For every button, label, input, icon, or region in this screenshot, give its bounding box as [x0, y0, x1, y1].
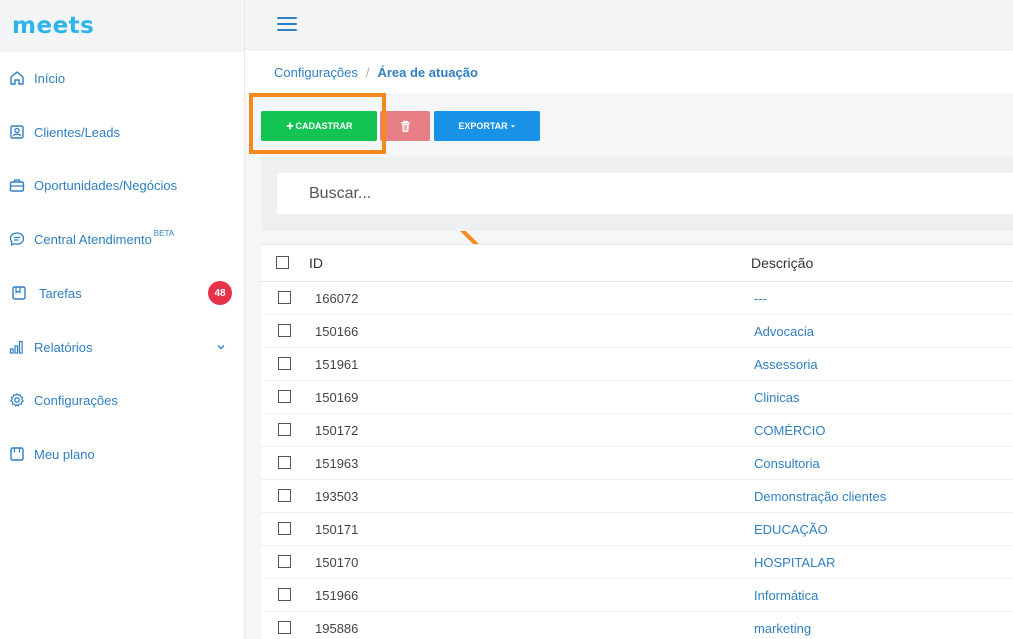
logo-text: meets	[12, 13, 95, 39]
cell-descricao-link[interactable]: marketing	[754, 621, 811, 636]
sidebar-item-central-atendimento[interactable]: Central Atendimento BETA	[0, 225, 245, 253]
chat-icon	[9, 232, 25, 247]
cell-id: 193503	[315, 489, 359, 504]
sidebar-item-clientes[interactable]: Clientes/Leads	[0, 118, 245, 146]
table-row[interactable]: 151963 Consultoria	[261, 447, 1013, 480]
table-row[interactable]: 193503 Demonstração clientes	[261, 480, 1013, 513]
cell-id: 150166	[315, 324, 359, 339]
sidebar-item-label: Relatórios	[34, 339, 93, 355]
row-checkbox[interactable]	[278, 390, 291, 403]
cell-descricao-link[interactable]: COMÉRCIO	[754, 423, 826, 438]
sidebar-item-label: Tarefas	[39, 285, 82, 301]
cell-id: 151966	[315, 588, 359, 603]
delete-button[interactable]	[380, 111, 430, 141]
sidebar-item-oportunidades[interactable]: Oportunidades/Negócios	[0, 171, 245, 199]
table-row[interactable]: 151961 Assessoria	[261, 348, 1013, 381]
chart-icon	[9, 340, 23, 354]
cell-id: 150171	[315, 522, 359, 537]
cell-descricao-link[interactable]: Informática	[754, 588, 818, 603]
row-checkbox[interactable]	[278, 522, 291, 535]
table-row[interactable]: 151966 Informática	[261, 579, 1013, 612]
cell-descricao-link[interactable]: EDUCAÇÃO	[754, 522, 828, 537]
sidebar-item-configuracoes[interactable]: Configurações	[0, 386, 245, 414]
cell-id: 150169	[315, 390, 359, 405]
row-checkbox[interactable]	[278, 423, 291, 436]
table-row[interactable]: 150170 HOSPITALAR	[261, 546, 1013, 579]
cell-descricao-link[interactable]: Consultoria	[754, 456, 820, 471]
row-checkbox[interactable]	[278, 357, 291, 370]
export-button[interactable]: EXPORTAR	[434, 111, 540, 141]
select-all-checkbox[interactable]	[276, 256, 289, 269]
briefcase-icon	[9, 179, 25, 192]
breadcrumb: Configurações / Área de atuação	[245, 50, 1013, 95]
sidebar-item-label: Configurações	[34, 392, 118, 408]
cell-id: 151963	[315, 456, 359, 471]
sidebar-item-inicio[interactable]: Início	[0, 64, 245, 92]
breadcrumb-link-configuracoes[interactable]: Configurações	[274, 65, 358, 80]
cell-id: 150172	[315, 423, 359, 438]
gear-icon	[10, 392, 24, 407]
cell-id: 150170	[315, 555, 359, 570]
tasks-count-badge: 48	[208, 281, 232, 305]
breadcrumb-current: Área de atuação	[377, 64, 478, 80]
trash-icon	[400, 120, 410, 132]
chevron-down-icon[interactable]	[215, 341, 227, 353]
export-button-label: EXPORTAR	[458, 121, 508, 131]
beta-tag: BETA	[153, 228, 175, 238]
row-checkbox[interactable]	[278, 621, 291, 634]
logo[interactable]: meets	[0, 0, 244, 52]
table-row[interactable]: 150169 Clinicas	[261, 381, 1013, 414]
cell-descricao-link[interactable]: Assessoria	[754, 357, 818, 372]
table-row[interactable]: 150172 COMÉRCIO	[261, 414, 1013, 447]
cell-id: 166072	[315, 291, 359, 306]
sidebar-item-label: Meu plano	[34, 446, 95, 462]
table-header: ID Descrição	[261, 245, 1013, 282]
search-input[interactable]	[277, 173, 1013, 214]
tasks-icon	[12, 286, 26, 300]
table-row[interactable]: 195886 marketing	[261, 612, 1013, 639]
row-checkbox[interactable]	[278, 291, 291, 304]
breadcrumb-separator: /	[365, 64, 370, 80]
sidebar-item-label-text: Central Atendimento	[34, 231, 152, 247]
cell-id: 195886	[315, 621, 359, 636]
sidebar-item-relatorios[interactable]: Relatórios	[0, 333, 245, 361]
search-panel	[261, 157, 1013, 231]
cell-descricao-link[interactable]: HOSPITALAR	[754, 555, 835, 570]
sidebar-item-tarefas[interactable]: Tarefas 48	[0, 279, 245, 307]
highlight-box	[249, 93, 386, 154]
top-bar	[245, 0, 1013, 50]
column-header-descricao[interactable]: Descrição	[751, 255, 813, 271]
sidebar: meets Início Clientes/Leads Oportunidade…	[0, 0, 245, 639]
table-row[interactable]: 150166 Advocacia	[261, 315, 1013, 348]
sidebar-item-label: Clientes/Leads	[34, 124, 120, 140]
data-table: ID Descrição 166072 --- 150166 Advocacia 151…	[261, 244, 1013, 639]
row-checkbox[interactable]	[278, 555, 291, 568]
column-header-id[interactable]: ID	[309, 255, 323, 271]
sidebar-item-label: Central Atendimento BETA	[34, 228, 175, 247]
cell-descricao-link[interactable]: ---	[754, 291, 767, 306]
contact-icon	[10, 125, 24, 139]
table-row[interactable]: 166072 ---	[261, 282, 1013, 315]
sidebar-item-label: Oportunidades/Negócios	[34, 177, 178, 193]
row-checkbox[interactable]	[278, 324, 291, 337]
plan-icon	[10, 447, 24, 461]
row-checkbox[interactable]	[278, 489, 291, 502]
cell-id: 151961	[315, 357, 359, 372]
cell-descricao-link[interactable]: Advocacia	[754, 324, 814, 339]
row-checkbox[interactable]	[278, 588, 291, 601]
row-checkbox[interactable]	[278, 456, 291, 469]
home-icon	[10, 71, 24, 85]
cell-descricao-link[interactable]: Demonstração clientes	[754, 489, 886, 504]
hamburger-menu-icon[interactable]	[277, 17, 297, 33]
sidebar-item-meu-plano[interactable]: Meu plano	[0, 440, 245, 468]
caret-down-icon	[510, 125, 515, 128]
cell-descricao-link[interactable]: Clinicas	[754, 390, 800, 405]
sidebar-item-label: Início	[34, 70, 66, 86]
table-row[interactable]: 150171 EDUCAÇÃO	[261, 513, 1013, 546]
